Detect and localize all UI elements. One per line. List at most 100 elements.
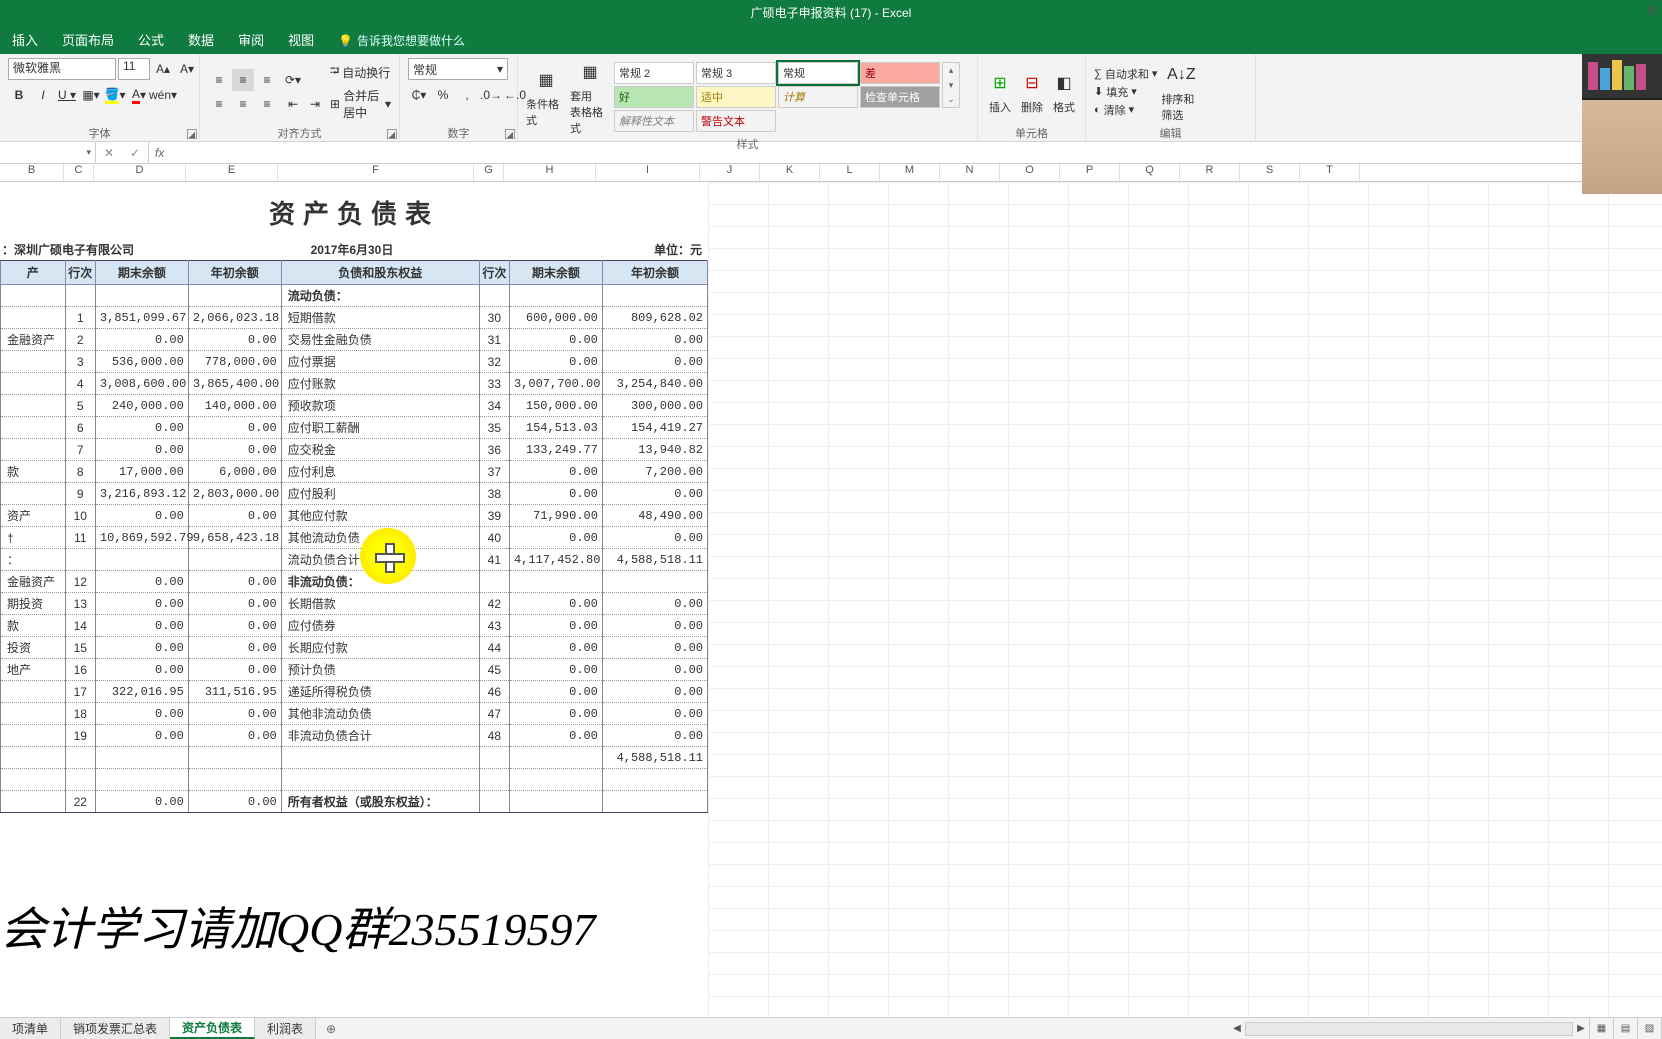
cell[interactable] <box>95 747 188 769</box>
cell[interactable]: 10,869,592.79 <box>95 527 188 549</box>
cell[interactable]: 71,990.00 <box>509 505 602 527</box>
cell[interactable]: 154,419.27 <box>602 417 707 439</box>
cell[interactable]: 地产 <box>1 659 66 681</box>
fill-button[interactable]: ⬇填充 ▾ <box>1094 84 1157 100</box>
cell[interactable]: 流动负债： <box>281 285 479 307</box>
cell[interactable]: 0.00 <box>95 637 188 659</box>
cell[interactable]: 47 <box>479 703 509 725</box>
normal-view-icon[interactable]: ▦ <box>1590 1018 1614 1039</box>
tab-page-layout[interactable]: 页面布局 <box>50 25 126 54</box>
tab-formulas[interactable]: 公式 <box>126 25 176 54</box>
col-header[interactable]: E <box>186 164 278 181</box>
cell[interactable]: 0.00 <box>188 505 281 527</box>
page-break-view-icon[interactable]: ▧ <box>1638 1018 1662 1039</box>
style-normal-2[interactable]: 常规 2 <box>614 62 694 84</box>
cell[interactable]: 240,000.00 <box>95 395 188 417</box>
cell[interactable]: 0.00 <box>188 593 281 615</box>
cell[interactable] <box>65 549 95 571</box>
insert-function-button[interactable]: fx <box>149 142 170 163</box>
sort-filter-button[interactable]: A↓Z排序和筛选 <box>1161 61 1201 123</box>
cell[interactable] <box>602 769 707 791</box>
cell[interactable]: 3,008,600.00 <box>95 373 188 395</box>
align-center-icon[interactable]: ≡ <box>232 93 254 115</box>
cell[interactable]: 预收款项 <box>281 395 479 417</box>
cell[interactable]: 0.00 <box>602 681 707 703</box>
tab-insert[interactable]: 插入 <box>0 25 50 54</box>
cell[interactable]: 应付票据 <box>281 351 479 373</box>
cell[interactable]: 11 <box>65 527 95 549</box>
cell[interactable] <box>1 439 66 461</box>
cell[interactable]: 0.00 <box>188 637 281 659</box>
cell[interactable] <box>602 791 707 813</box>
cell[interactable] <box>95 769 188 791</box>
align-dialog-launcher[interactable]: ◢ <box>387 129 397 139</box>
cell[interactable] <box>1 791 66 813</box>
cell[interactable]: 0.00 <box>188 791 281 813</box>
tell-me-search[interactable]: 💡 告诉我您想要做什么 <box>326 27 477 54</box>
scroll-left-icon[interactable]: ◀ <box>1229 1023 1245 1034</box>
cell[interactable]: 150,000.00 <box>509 395 602 417</box>
cell[interactable]: † <box>1 527 66 549</box>
cell[interactable] <box>602 571 707 593</box>
cell[interactable]: 其他应付款 <box>281 505 479 527</box>
cell[interactable]: 0.00 <box>509 615 602 637</box>
sheet-tab-4[interactable]: 利润表 <box>255 1018 316 1039</box>
number-format-select[interactable]: 常规▾ <box>408 58 508 80</box>
cell[interactable]: 其他非流动负债 <box>281 703 479 725</box>
cell[interactable]: 3 <box>65 351 95 373</box>
name-box[interactable] <box>0 142 96 163</box>
cell[interactable] <box>479 571 509 593</box>
cell[interactable]: 38 <box>479 483 509 505</box>
cell[interactable]: 金融资产 <box>1 329 66 351</box>
cell[interactable]: 36 <box>479 439 509 461</box>
cell[interactable]: 16 <box>65 659 95 681</box>
cell[interactable]: 0.00 <box>602 703 707 725</box>
cell[interactable]: 2,803,000.00 <box>188 483 281 505</box>
cell[interactable]: 0.00 <box>509 703 602 725</box>
col-header[interactable]: O <box>1000 164 1060 181</box>
cell[interactable]: 0.00 <box>95 703 188 725</box>
border-button[interactable]: ▦▾ <box>80 84 102 106</box>
cell[interactable] <box>509 791 602 813</box>
cell[interactable] <box>65 285 95 307</box>
col-header[interactable]: G <box>474 164 504 181</box>
cell[interactable]: 311,516.95 <box>188 681 281 703</box>
format-cells-button[interactable]: ◧格式 <box>1050 69 1078 115</box>
cell[interactable]: 34 <box>479 395 509 417</box>
align-bottom-icon[interactable]: ≡ <box>256 69 278 91</box>
col-header[interactable]: D <box>94 164 186 181</box>
sheet-tab-1[interactable]: 项清单 <box>0 1018 61 1039</box>
cell[interactable]: 3,254,840.00 <box>602 373 707 395</box>
bold-button[interactable]: B <box>8 84 30 106</box>
cell[interactable]: 44 <box>479 637 509 659</box>
cell[interactable] <box>188 769 281 791</box>
cell[interactable]: 17,000.00 <box>95 461 188 483</box>
cell[interactable]: 0.00 <box>509 659 602 681</box>
tab-review[interactable]: 审阅 <box>226 25 276 54</box>
cell[interactable]: 809,628.02 <box>602 307 707 329</box>
format-as-table-button[interactable]: ▦ 套用 表格格式 <box>570 58 610 136</box>
horizontal-scrollbar[interactable]: ◀ ▶ <box>1229 1018 1589 1039</box>
cell[interactable]: 期投资 <box>1 593 66 615</box>
cell[interactable]: 0.00 <box>188 703 281 725</box>
cell[interactable]: 递延所得税负债 <box>281 681 479 703</box>
underline-button[interactable]: U ▾ <box>56 84 78 106</box>
cell[interactable]: 133,249.77 <box>509 439 602 461</box>
cell[interactable] <box>1 747 66 769</box>
cell[interactable]: 5 <box>65 395 95 417</box>
cell[interactable] <box>281 747 479 769</box>
cell[interactable] <box>602 285 707 307</box>
cell[interactable]: 14 <box>65 615 95 637</box>
cell[interactable]: 0.00 <box>602 615 707 637</box>
col-header[interactable]: S <box>1240 164 1300 181</box>
cell[interactable]: 资产 <box>1 505 66 527</box>
cell[interactable]: 款 <box>1 461 66 483</box>
cell[interactable]: 30 <box>479 307 509 329</box>
col-header[interactable]: N <box>940 164 1000 181</box>
style-explanatory[interactable]: 解释性文本 <box>614 110 694 132</box>
cell[interactable]: 0.00 <box>602 659 707 681</box>
cell[interactable]: 4,588,518.11 <box>602 747 707 769</box>
cell[interactable]: 31 <box>479 329 509 351</box>
font-dialog-launcher[interactable]: ◢ <box>187 129 197 139</box>
cell[interactable]: 0.00 <box>188 439 281 461</box>
